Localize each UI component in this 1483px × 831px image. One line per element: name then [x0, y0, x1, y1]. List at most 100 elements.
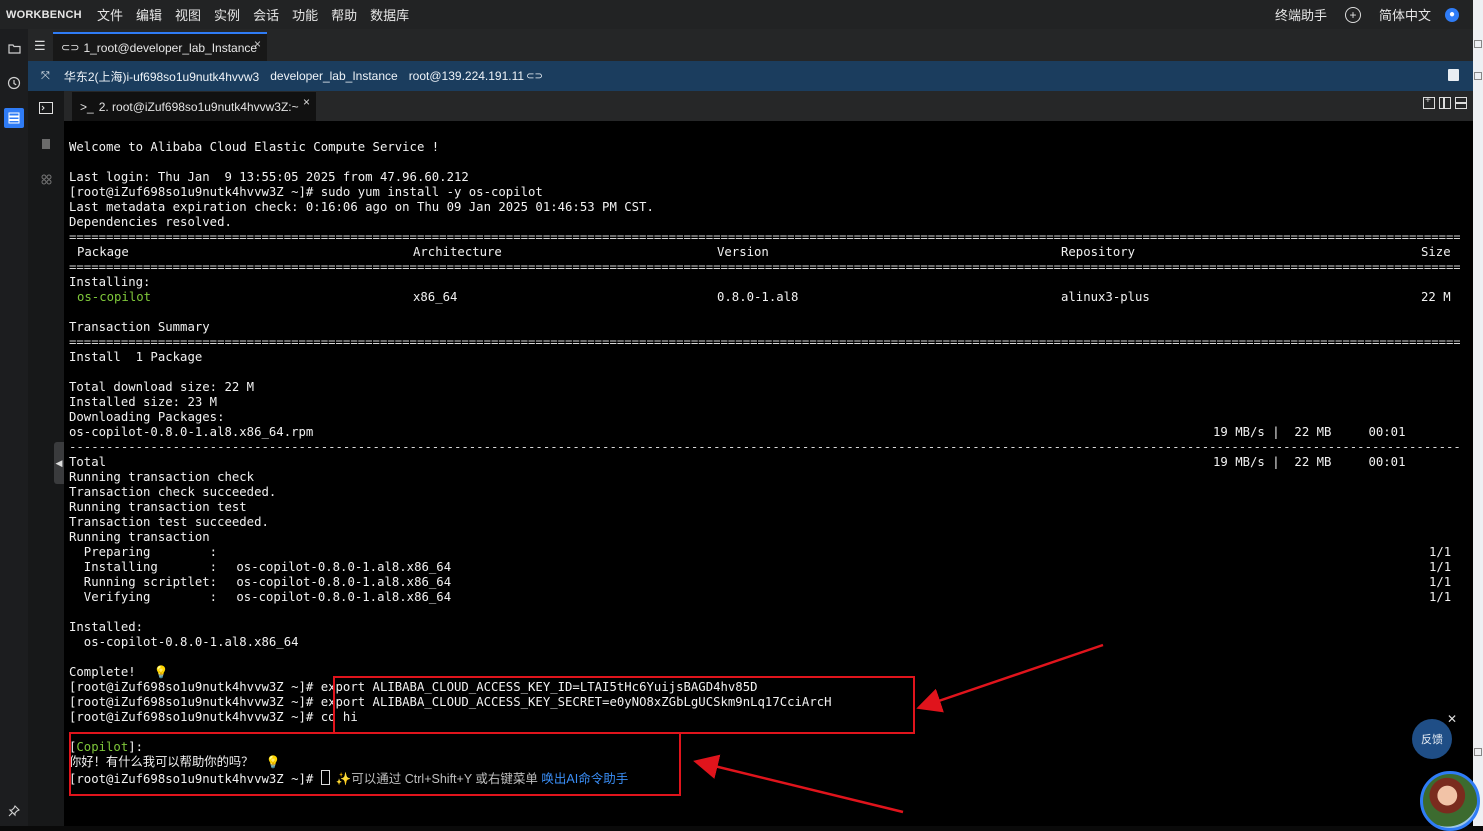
rpm-stats: 19 MB/s | 22 MB 00:01 [1213, 425, 1406, 439]
prompt-icon: >_ [80, 99, 94, 114]
link-icon: ⊂⊃ [61, 42, 80, 54]
split-vertical-icon[interactable] [1439, 97, 1451, 109]
menu-help[interactable]: 帮助 [331, 5, 357, 24]
substep-count: 1/1 [1429, 560, 1452, 574]
collapse-handle-icon[interactable]: ◀ [54, 442, 64, 484]
close-icon[interactable]: × [254, 37, 261, 51]
metadata-line: Last metadata expiration check: 0:16:06 … [69, 200, 654, 214]
session-tab-bar: ☰ ⊂⊃ 1_root@developer_lab_Instance × [28, 29, 1473, 61]
separator-dash-line: ----------------------------------------… [69, 440, 1460, 454]
app-brand: WORKBENCH [6, 8, 82, 21]
terminal-tab[interactable]: >_ 2. root@iZuf698so1u9nutk4hvvw3Z:~ × [72, 92, 316, 121]
package-repo: alinux3-plus [1061, 290, 1150, 304]
folder-icon[interactable] [4, 38, 24, 58]
add-pane-icon[interactable] [1423, 95, 1435, 109]
terminal-tab-label: 2. root@iZuf698so1u9nutk4hvvw3Z:~ [98, 99, 299, 114]
substep-label: Verifying : [69, 590, 218, 604]
grid-icon[interactable] [37, 170, 55, 188]
shell-prompt: [root@iZuf698so1u9nutk4hvvw3Z ~]# [69, 695, 314, 709]
step-line: Running transaction check [69, 470, 255, 484]
menu-database[interactable]: 数据库 [370, 5, 409, 24]
package-name: os-copilot [77, 290, 152, 304]
install-count: Install 1 Package [69, 350, 203, 364]
complete-line: Complete! 💡 [69, 665, 169, 680]
installed-package: os-copilot-0.8.0-1.al8.x86_64 [69, 635, 299, 649]
panel-icon[interactable] [1474, 40, 1482, 48]
substep-label: Installing : [69, 560, 218, 574]
separator-line: ========================================… [69, 260, 1460, 274]
terminal-tab-bar: >_ 2. root@iZuf698so1u9nutk4hvvw3Z:~ × [64, 91, 1473, 121]
panel-icon[interactable] [1474, 748, 1482, 756]
list-icon[interactable] [4, 108, 24, 128]
lightbulb-icon[interactable]: 💡 [154, 665, 169, 679]
split-horizontal-icon[interactable] [1455, 97, 1467, 109]
substep-target: os-copilot-0.8.0-1.al8.x86_64 [229, 560, 452, 574]
menu-session[interactable]: 会话 [253, 5, 279, 24]
shell-prompt: [root@iZuf698so1u9nutk4hvvw3Z ~]# [69, 680, 314, 694]
terminal-output[interactable]: Welcome to Alibaba Cloud Elastic Compute… [64, 121, 1473, 826]
substep-target: os-copilot-0.8.0-1.al8.x86_64 [229, 590, 452, 604]
substep-target: os-copilot-0.8.0-1.al8.x86_64 [229, 575, 452, 589]
menu-instance[interactable]: 实例 [214, 5, 240, 24]
pin-icon[interactable] [4, 801, 24, 821]
menu-features[interactable]: 功能 [292, 5, 318, 24]
install-command-line: [root@iZuf698so1u9nutk4hvvw3Z ~]# sudo y… [69, 185, 543, 199]
header-package: Package [77, 245, 129, 259]
package-version: 0.8.0-1.al8 [717, 290, 799, 304]
rpm-file: os-copilot-0.8.0-1.al8.x86_64.rpm [69, 425, 314, 439]
header-architecture: Architecture [413, 245, 502, 259]
step-line: Running transaction [69, 530, 210, 544]
menu-file[interactable]: 文件 [97, 5, 123, 24]
history-icon[interactable] [4, 73, 24, 93]
terminal-assistant-button[interactable]: 终端助手 [1275, 5, 1327, 24]
separator-line: ========================================… [69, 335, 1460, 349]
total-label: Total [69, 455, 107, 469]
instance-info-bar: ⤧ 华东2(上海)i-uf698so1u9nutk4hvvw3 develope… [28, 61, 1473, 91]
header-repository: Repository [1061, 245, 1136, 259]
complete-text: Complete! [69, 665, 136, 679]
menubar-right: 终端助手 + 简体中文 ● [1275, 0, 1459, 29]
close-icon[interactable]: × [303, 95, 310, 109]
step-line: Transaction test succeeded. [69, 515, 269, 529]
add-icon[interactable]: + [1344, 6, 1361, 23]
step-line: Transaction check succeeded. [69, 485, 277, 499]
session-tab-label: 1_root@developer_lab_Instance [83, 40, 258, 55]
link-icon: ⊂⊃ [526, 70, 543, 82]
installed-size: Installed size: 23 M [69, 395, 218, 409]
session-tab[interactable]: ⊂⊃ 1_root@developer_lab_Instance × [53, 32, 267, 61]
installed-label: Installed: [69, 620, 144, 634]
shell-prompt: [root@iZuf698so1u9nutk4hvvw3Z ~]# [69, 710, 314, 724]
connection-address: root@139.224.191.11 [408, 69, 525, 83]
welcome-line: Welcome to Alibaba Cloud Elastic Compute… [69, 140, 440, 154]
downloading-label: Downloading Packages: [69, 410, 225, 424]
header-version: Version [717, 245, 769, 259]
deps-line: Dependencies resolved. [69, 215, 232, 229]
right-edge-panel [1473, 0, 1483, 826]
assistant-avatar[interactable] [1420, 771, 1480, 831]
secondary-sidebar [28, 29, 64, 826]
close-icon[interactable]: ✕ [1447, 712, 1457, 726]
highlight-box-copilot [69, 732, 681, 796]
header-size: Size [1421, 245, 1451, 259]
disconnect-icon[interactable] [1448, 69, 1459, 81]
step-line: Running transaction test [69, 500, 247, 514]
panel-icon[interactable] [1474, 72, 1482, 80]
menu-toggle-icon[interactable]: ☰ [34, 38, 46, 54]
substep-count: 1/1 [1429, 545, 1452, 559]
language-selector[interactable]: 简体中文 [1379, 5, 1431, 24]
user-avatar-icon[interactable]: ● [1445, 7, 1459, 22]
last-login-line: Last login: Thu Jan 9 13:55:05 2025 from… [69, 170, 469, 184]
layout-controls [1423, 95, 1467, 109]
substep-label: Running scriptlet: [69, 575, 218, 589]
terminal-icon[interactable] [37, 99, 55, 117]
feedback-button[interactable]: 反馈 [1412, 719, 1452, 759]
expand-icon[interactable]: ⤧ [41, 70, 50, 83]
transaction-summary: Transaction Summary [69, 320, 210, 334]
package-arch: x86_64 [413, 290, 458, 304]
prompt-line: [root@iZuf698so1u9nutk4hvvw3Z ~]# co hi [69, 710, 358, 725]
file-icon[interactable] [37, 135, 55, 153]
substep-count: 1/1 [1429, 575, 1452, 589]
menu-edit[interactable]: 编辑 [136, 5, 162, 24]
menu-view[interactable]: 视图 [175, 5, 201, 24]
left-sidebar [0, 29, 28, 826]
